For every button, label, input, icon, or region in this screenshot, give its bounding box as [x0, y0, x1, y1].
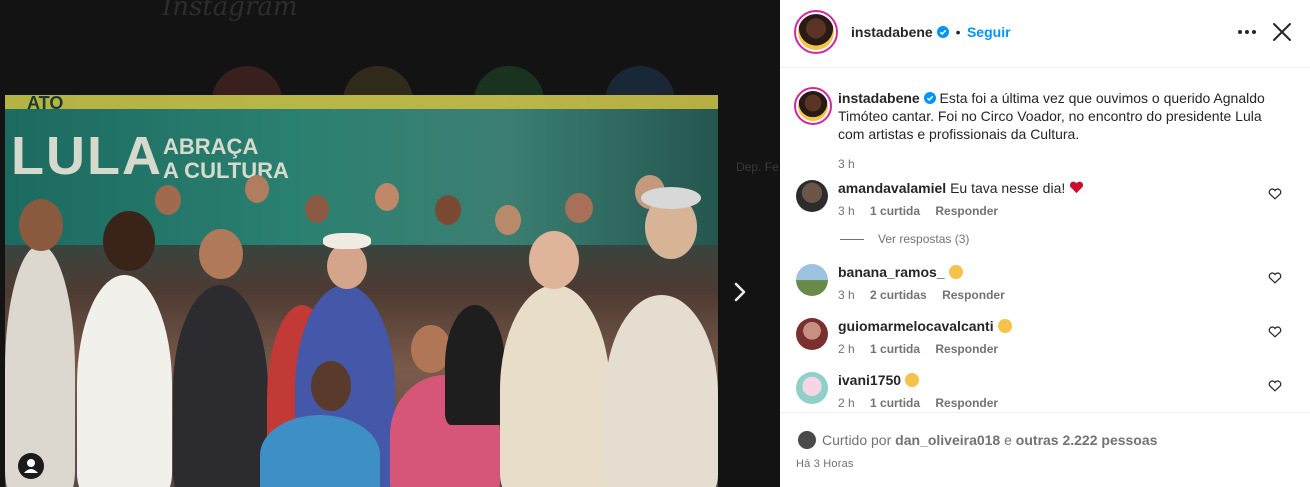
comment-item: ivani1750 2 h 1 curtida Responder [838, 372, 1268, 410]
comment-meta: 2 h 1 curtida Responder [838, 396, 1268, 410]
comment-meta: 3 h 1 curtida Responder [838, 204, 1268, 218]
background-instagram-logo: Instagram [162, 0, 298, 22]
like-comment-heart-icon[interactable] [1268, 325, 1282, 339]
caption-time: 3 h [838, 157, 855, 171]
comment-meta: 2 h 1 curtida Responder [838, 342, 1268, 356]
comment-likes[interactable]: 1 curtida [870, 342, 920, 356]
like-comment-heart-icon[interactable] [1268, 187, 1282, 201]
background-story-label: Dep. Fe [736, 160, 779, 174]
comment-item: banana_ramos_ 3 h 2 curtidas Responder [838, 264, 1268, 302]
sad-face-emoji-icon [997, 319, 1012, 333]
comment-time: 3 h [838, 288, 855, 302]
comment-meta: 3 h 2 curtidas Responder [838, 288, 1268, 302]
replies-line [840, 239, 864, 240]
comment-time: 2 h [838, 396, 855, 410]
posted-time: Há 3 Horas [796, 458, 854, 470]
comment-username[interactable]: guiomarmelocavalcanti [838, 318, 994, 334]
comment-likes[interactable]: 2 curtidas [870, 288, 927, 302]
author-line: instadabene • Seguir [851, 24, 1011, 42]
comment-reply-button[interactable]: Responder [942, 288, 1005, 302]
photo-text-ato: ATO [27, 95, 64, 113]
view-replies-label: Ver respostas (3) [878, 232, 970, 246]
comment-username[interactable]: banana_ramos_ [838, 264, 945, 280]
commenter-avatar[interactable] [796, 180, 828, 212]
next-arrow-icon[interactable] [725, 277, 755, 307]
comment-likes[interactable]: 1 curtida [870, 204, 920, 218]
comment-reply-button[interactable]: Responder [935, 204, 998, 218]
comment-item: guiomarmelocavalcanti 2 h 1 curtida Resp… [838, 318, 1268, 356]
post-details-panel: instadabene • Seguir instadabene Esta fo… [780, 0, 1310, 487]
post-photo[interactable]: ATO LULA ABRAÇA A CULTURA [5, 95, 718, 487]
post-caption: instadabene Esta foi a última vez que ou… [838, 89, 1278, 173]
view-replies-button[interactable]: Ver respostas (3) [840, 232, 969, 246]
comment-time: 2 h [838, 342, 855, 356]
sad-face-emoji-icon [948, 265, 963, 279]
likes-middle: e [1004, 432, 1012, 448]
comment-likes[interactable]: 1 curtida [870, 396, 920, 410]
comment-text: Eu tava nesse dia! [950, 180, 1066, 196]
likes-prefix: Curtido por [822, 432, 892, 448]
comment-reply-button[interactable]: Responder [935, 342, 998, 356]
red-heart-emoji-icon [1070, 181, 1084, 194]
likes-others-button[interactable]: outras 2.222 pessoas [1016, 432, 1158, 448]
commenter-avatar[interactable] [796, 264, 828, 296]
caption-author-avatar[interactable] [794, 87, 832, 125]
commenter-avatar[interactable] [796, 318, 828, 350]
commenter-avatar[interactable] [796, 372, 828, 404]
photo-crowd [5, 175, 718, 487]
tagged-users-icon[interactable] [18, 453, 44, 479]
comment-item: amandavalamiel Eu tava nesse dia! 3 h 1 … [838, 180, 1268, 218]
photo-banner-top [5, 95, 718, 109]
photo-text-abraca-line1: ABRAÇA [163, 134, 259, 159]
like-comment-heart-icon[interactable] [1268, 271, 1282, 285]
comment-reply-button[interactable]: Responder [935, 396, 998, 410]
like-comment-heart-icon[interactable] [1268, 379, 1282, 393]
close-icon[interactable] [1270, 20, 1294, 44]
author-avatar[interactable] [794, 10, 838, 54]
verified-badge-icon [937, 26, 950, 38]
post-header: instadabene • Seguir [780, 0, 1310, 68]
verified-badge-icon [923, 92, 936, 104]
comment-time: 3 h [838, 204, 855, 218]
author-username[interactable]: instadabene [851, 24, 933, 40]
post-footer: Curtido por dan_oliveira018 e outras 2.2… [780, 412, 1310, 487]
liker-avatar[interactable] [798, 431, 816, 449]
liker-username[interactable]: dan_oliveira018 [895, 432, 1000, 448]
sad-face-emoji-icon [904, 373, 919, 387]
comment-username[interactable]: ivani1750 [838, 372, 901, 388]
separator-dot: • [955, 24, 961, 40]
comment-username[interactable]: amandavalamiel [838, 180, 946, 196]
likes-summary: Curtido por dan_oliveira018 e outras 2.2… [798, 431, 1157, 449]
caption-username[interactable]: instadabene [838, 90, 920, 106]
follow-button[interactable]: Seguir [967, 24, 1011, 40]
more-options-icon[interactable] [1236, 22, 1258, 42]
